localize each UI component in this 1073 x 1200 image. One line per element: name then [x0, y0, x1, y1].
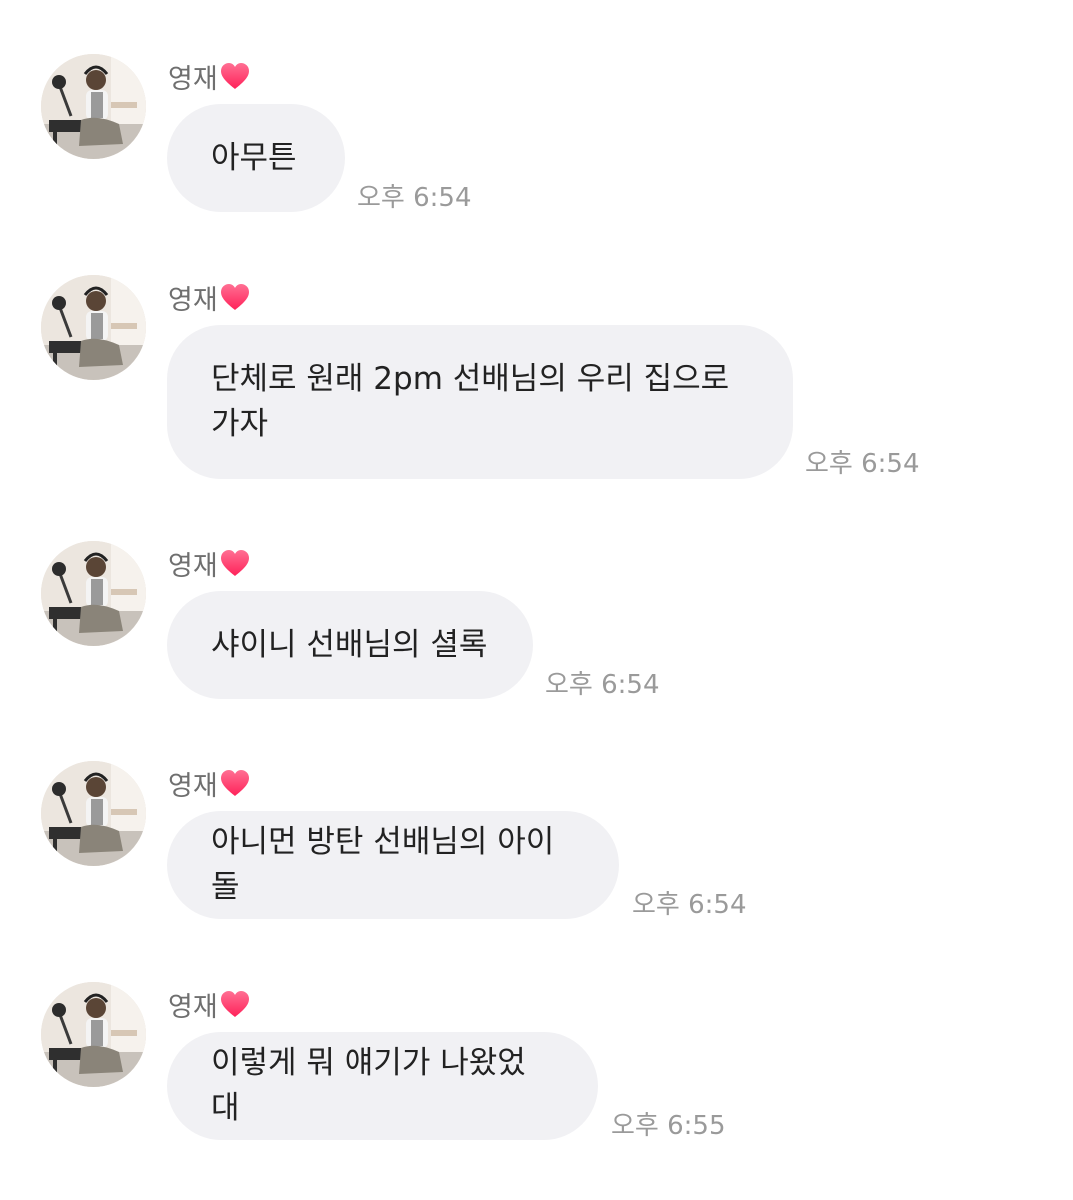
message-timestamp: 오후 6:54 [805, 449, 920, 479]
message-bubble[interactable]: 아무튼 [167, 104, 345, 212]
avatar[interactable] [41, 275, 146, 380]
message-bubble[interactable]: 샤이니 선배님의 셜록 [167, 591, 533, 699]
sender-name: 영재 [168, 543, 251, 583]
avatar[interactable] [41, 761, 146, 866]
heart-icon [220, 770, 249, 796]
sender-name-text: 영재 [168, 770, 218, 802]
message-timestamp: 오후 6:54 [357, 183, 472, 213]
heart-icon [220, 550, 249, 576]
message-bubble[interactable]: 단체로 원래 2pm 선배님의 우리 집으로 가자 [167, 325, 793, 479]
sender-name-text: 영재 [168, 284, 218, 316]
sender-name-text: 영재 [168, 991, 218, 1023]
heart-icon [220, 284, 249, 310]
heart-icon [220, 991, 249, 1017]
sender-name-text: 영재 [168, 550, 218, 582]
message-bubble[interactable]: 아니먼 방탄 선배님의 아이돌 [167, 811, 619, 919]
sender-name: 영재 [168, 277, 251, 317]
message-timestamp: 오후 6:55 [611, 1111, 726, 1141]
message-bubble[interactable]: 이렇게 뭐 얘기가 나왔었대 [167, 1032, 598, 1140]
heart-icon [220, 63, 249, 89]
chat-list: 영재 아무튼 오후 6:54 영재 단체로 원래 2pm 선배님의 우리 집으로… [0, 0, 1073, 1200]
message-timestamp: 오후 6:54 [545, 670, 660, 700]
avatar[interactable] [41, 982, 146, 1087]
avatar[interactable] [41, 541, 146, 646]
sender-name: 영재 [168, 763, 251, 803]
avatar[interactable] [41, 54, 146, 159]
sender-name-text: 영재 [168, 63, 218, 95]
sender-name: 영재 [168, 56, 251, 96]
message-timestamp: 오후 6:54 [632, 890, 747, 920]
sender-name: 영재 [168, 984, 251, 1024]
